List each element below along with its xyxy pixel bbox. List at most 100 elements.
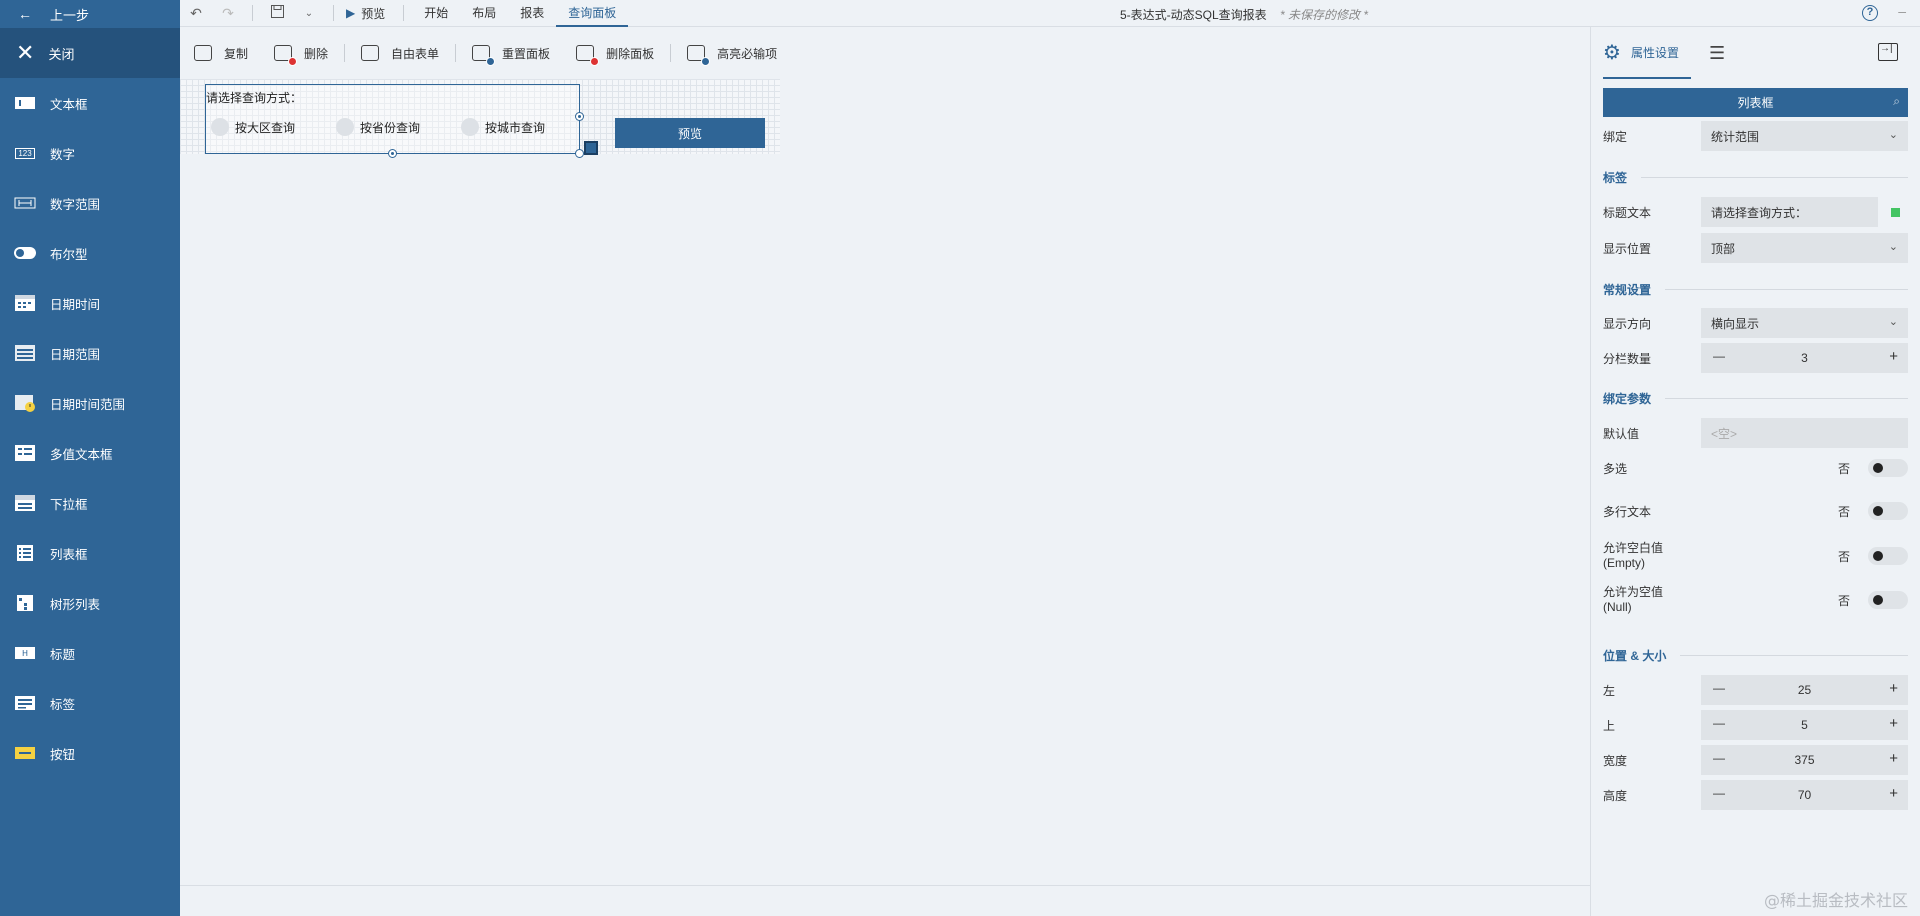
svg-text:H: H xyxy=(22,649,28,658)
chevron-down-icon[interactable]: ⌄ xyxy=(293,8,325,19)
radio-icon xyxy=(336,118,354,136)
minus-icon[interactable]: — xyxy=(1713,349,1725,363)
plus-icon[interactable]: + xyxy=(1889,750,1898,767)
sidebar-item-label: 布尔型 xyxy=(50,247,88,262)
undo-icon[interactable]: ↶ xyxy=(180,5,212,22)
search-icon[interactable]: ⌕ xyxy=(1893,94,1900,109)
allow-null-toggle[interactable] xyxy=(1868,591,1908,609)
save-icon[interactable] xyxy=(261,5,293,21)
sidebar-item-textbox[interactable]: 文本框 xyxy=(0,78,180,128)
allow-empty-toggle[interactable] xyxy=(1868,547,1908,565)
sidebar-item-label: 下拉框 xyxy=(50,497,88,512)
sidebar-item-tree-list[interactable]: 树形列表 xyxy=(0,578,180,628)
left-stepper[interactable]: — 25 + xyxy=(1701,675,1908,705)
sidebar-item-number-range[interactable]: 数字范围 xyxy=(0,178,180,228)
resize-handle-corner[interactable] xyxy=(575,149,584,158)
sidebar: ← 上一步 ✕ 关闭 文本框 123 数字 数字范围 布尔型 日期时间 日期范围… xyxy=(0,0,180,916)
multi-select-toggle[interactable] xyxy=(1868,459,1908,477)
direction-select[interactable]: 横向显示 ⌄ xyxy=(1701,308,1908,338)
copy-button[interactable]: 复制 xyxy=(194,45,248,62)
close-button[interactable]: ✕ 关闭 xyxy=(0,28,180,78)
heading-icon: H xyxy=(14,645,36,661)
height-stepper[interactable]: — 70 + xyxy=(1701,780,1908,810)
minus-icon[interactable]: — xyxy=(1713,786,1725,800)
columns-stepper[interactable]: — 3 + xyxy=(1701,343,1908,373)
minus-icon[interactable]: — xyxy=(1713,716,1725,730)
free-form-button[interactable]: 自由表单 xyxy=(361,45,439,62)
tab-layout[interactable]: 布局 xyxy=(460,0,508,27)
color-swatch[interactable] xyxy=(1891,208,1900,217)
minus-icon[interactable]: — xyxy=(1713,751,1725,765)
plus-icon[interactable]: + xyxy=(1889,348,1898,365)
highlight-required-label: 高亮必输项 xyxy=(717,46,778,61)
preview-top-button[interactable]: ▶ 预览 xyxy=(342,5,395,22)
bind-select[interactable]: 统计范围 ⌄ xyxy=(1701,121,1908,151)
collapse-panel-icon[interactable] xyxy=(1878,43,1898,61)
radio-option-city[interactable]: 按城市查询 xyxy=(461,118,545,136)
design-canvas[interactable]: 请选择查询方式： 按大区查询 按省份查询 按城市查询 预览 xyxy=(180,79,1590,885)
radio-option-province[interactable]: 按省份查询 xyxy=(336,118,420,136)
divider xyxy=(333,5,334,21)
allow-null-label-group: 允许为空值 (Null) xyxy=(1603,585,1701,615)
top-stepper[interactable]: — 5 + xyxy=(1701,710,1908,740)
position-select[interactable]: 顶部 ⌄ xyxy=(1701,233,1908,263)
plus-icon[interactable]: + xyxy=(1889,680,1898,697)
back-button[interactable]: ← 上一步 xyxy=(0,0,180,28)
dropdown-icon xyxy=(14,495,36,511)
sidebar-item-button[interactable]: 按钮 xyxy=(0,728,180,778)
allow-null-value: 否 xyxy=(1837,593,1850,608)
sidebar-item-multi-value-textbox[interactable]: 多值文本框 xyxy=(0,428,180,478)
tab-query-panel[interactable]: 查询面板 xyxy=(556,0,629,27)
listbox-control[interactable]: 请选择查询方式： 按大区查询 按省份查询 按城市查询 xyxy=(205,84,598,155)
copy-label: 复制 xyxy=(224,46,249,61)
resize-handle-bottom[interactable] xyxy=(388,149,397,158)
title-text-input[interactable]: 请选择查询方式： xyxy=(1701,197,1878,227)
multiline-toggle[interactable] xyxy=(1868,502,1908,520)
tab-properties[interactable]: ⚙ 属性设置 xyxy=(1603,27,1691,79)
bind-value: 统计范围 xyxy=(1711,129,1760,144)
unsaved-indicator: * 未保存的修改 * xyxy=(1280,8,1369,22)
title-text-row: 标题文本 请选择查询方式： xyxy=(1603,197,1908,227)
radio-option-label: 按城市查询 xyxy=(485,120,546,135)
selection-marker[interactable] xyxy=(584,141,598,155)
plus-icon[interactable]: + xyxy=(1889,715,1898,732)
query-panel-grid[interactable]: 请选择查询方式： 按大区查询 按省份查询 按城市查询 预览 xyxy=(180,79,780,158)
minimize-icon[interactable]: – xyxy=(1898,3,1906,19)
radio-option-label: 按省份查询 xyxy=(360,120,421,135)
sliders-icon[interactable]: ☰ xyxy=(1709,43,1725,64)
sidebar-item-boolean[interactable]: 布尔型 xyxy=(0,228,180,278)
left-value: 25 xyxy=(1797,683,1812,697)
plus-icon[interactable]: + xyxy=(1889,785,1898,802)
tab-report[interactable]: 报表 xyxy=(508,0,556,27)
sidebar-item-number[interactable]: 123 数字 xyxy=(0,128,180,178)
default-input[interactable]: <空> xyxy=(1701,418,1908,448)
sidebar-item-label: 列表框 xyxy=(50,547,88,562)
sidebar-item-datetime[interactable]: 日期时间 xyxy=(0,278,180,328)
sidebar-item-heading[interactable]: H 标题 xyxy=(0,628,180,678)
allow-empty-sub: (Empty) xyxy=(1603,556,1645,570)
radio-option-region[interactable]: 按大区查询 xyxy=(211,118,295,136)
multi-value-textbox-icon xyxy=(14,445,36,461)
reset-panel-button[interactable]: 重置面板 xyxy=(472,45,550,66)
resize-handle-right[interactable] xyxy=(575,112,584,121)
preview-button[interactable]: 预览 xyxy=(615,118,765,148)
top-label: 上 xyxy=(1603,718,1616,733)
delete-panel-button[interactable]: 删除面板 xyxy=(576,45,654,66)
tab-start[interactable]: 开始 xyxy=(412,0,460,27)
panel-tabs: ⚙ 属性设置 ☰ xyxy=(1591,27,1920,79)
redo-icon[interactable]: ↷ xyxy=(212,5,244,22)
toolbar: 复制 删除 自由表单 重置面板 删除面板 高亮必输项 xyxy=(180,27,1590,79)
width-stepper[interactable]: — 375 + xyxy=(1701,745,1908,775)
sidebar-item-listbox[interactable]: 列表框 xyxy=(0,528,180,578)
sidebar-item-date-range[interactable]: 日期范围 xyxy=(0,328,180,378)
bind-row: 绑定 统计范围 ⌄ xyxy=(1603,121,1908,151)
sidebar-item-dropdown[interactable]: 下拉框 xyxy=(0,478,180,528)
sidebar-item-label[interactable]: 标签 xyxy=(0,678,180,728)
width-value: 375 xyxy=(1794,753,1815,767)
help-icon[interactable]: ? xyxy=(1862,5,1878,21)
allow-empty-label: 允许空白值 xyxy=(1603,541,1664,555)
sidebar-item-datetime-range[interactable]: 日期时间范围 xyxy=(0,378,180,428)
highlight-required-button[interactable]: 高亮必输项 xyxy=(687,45,778,66)
delete-button[interactable]: 删除 xyxy=(274,45,328,66)
minus-icon[interactable]: — xyxy=(1713,681,1725,695)
